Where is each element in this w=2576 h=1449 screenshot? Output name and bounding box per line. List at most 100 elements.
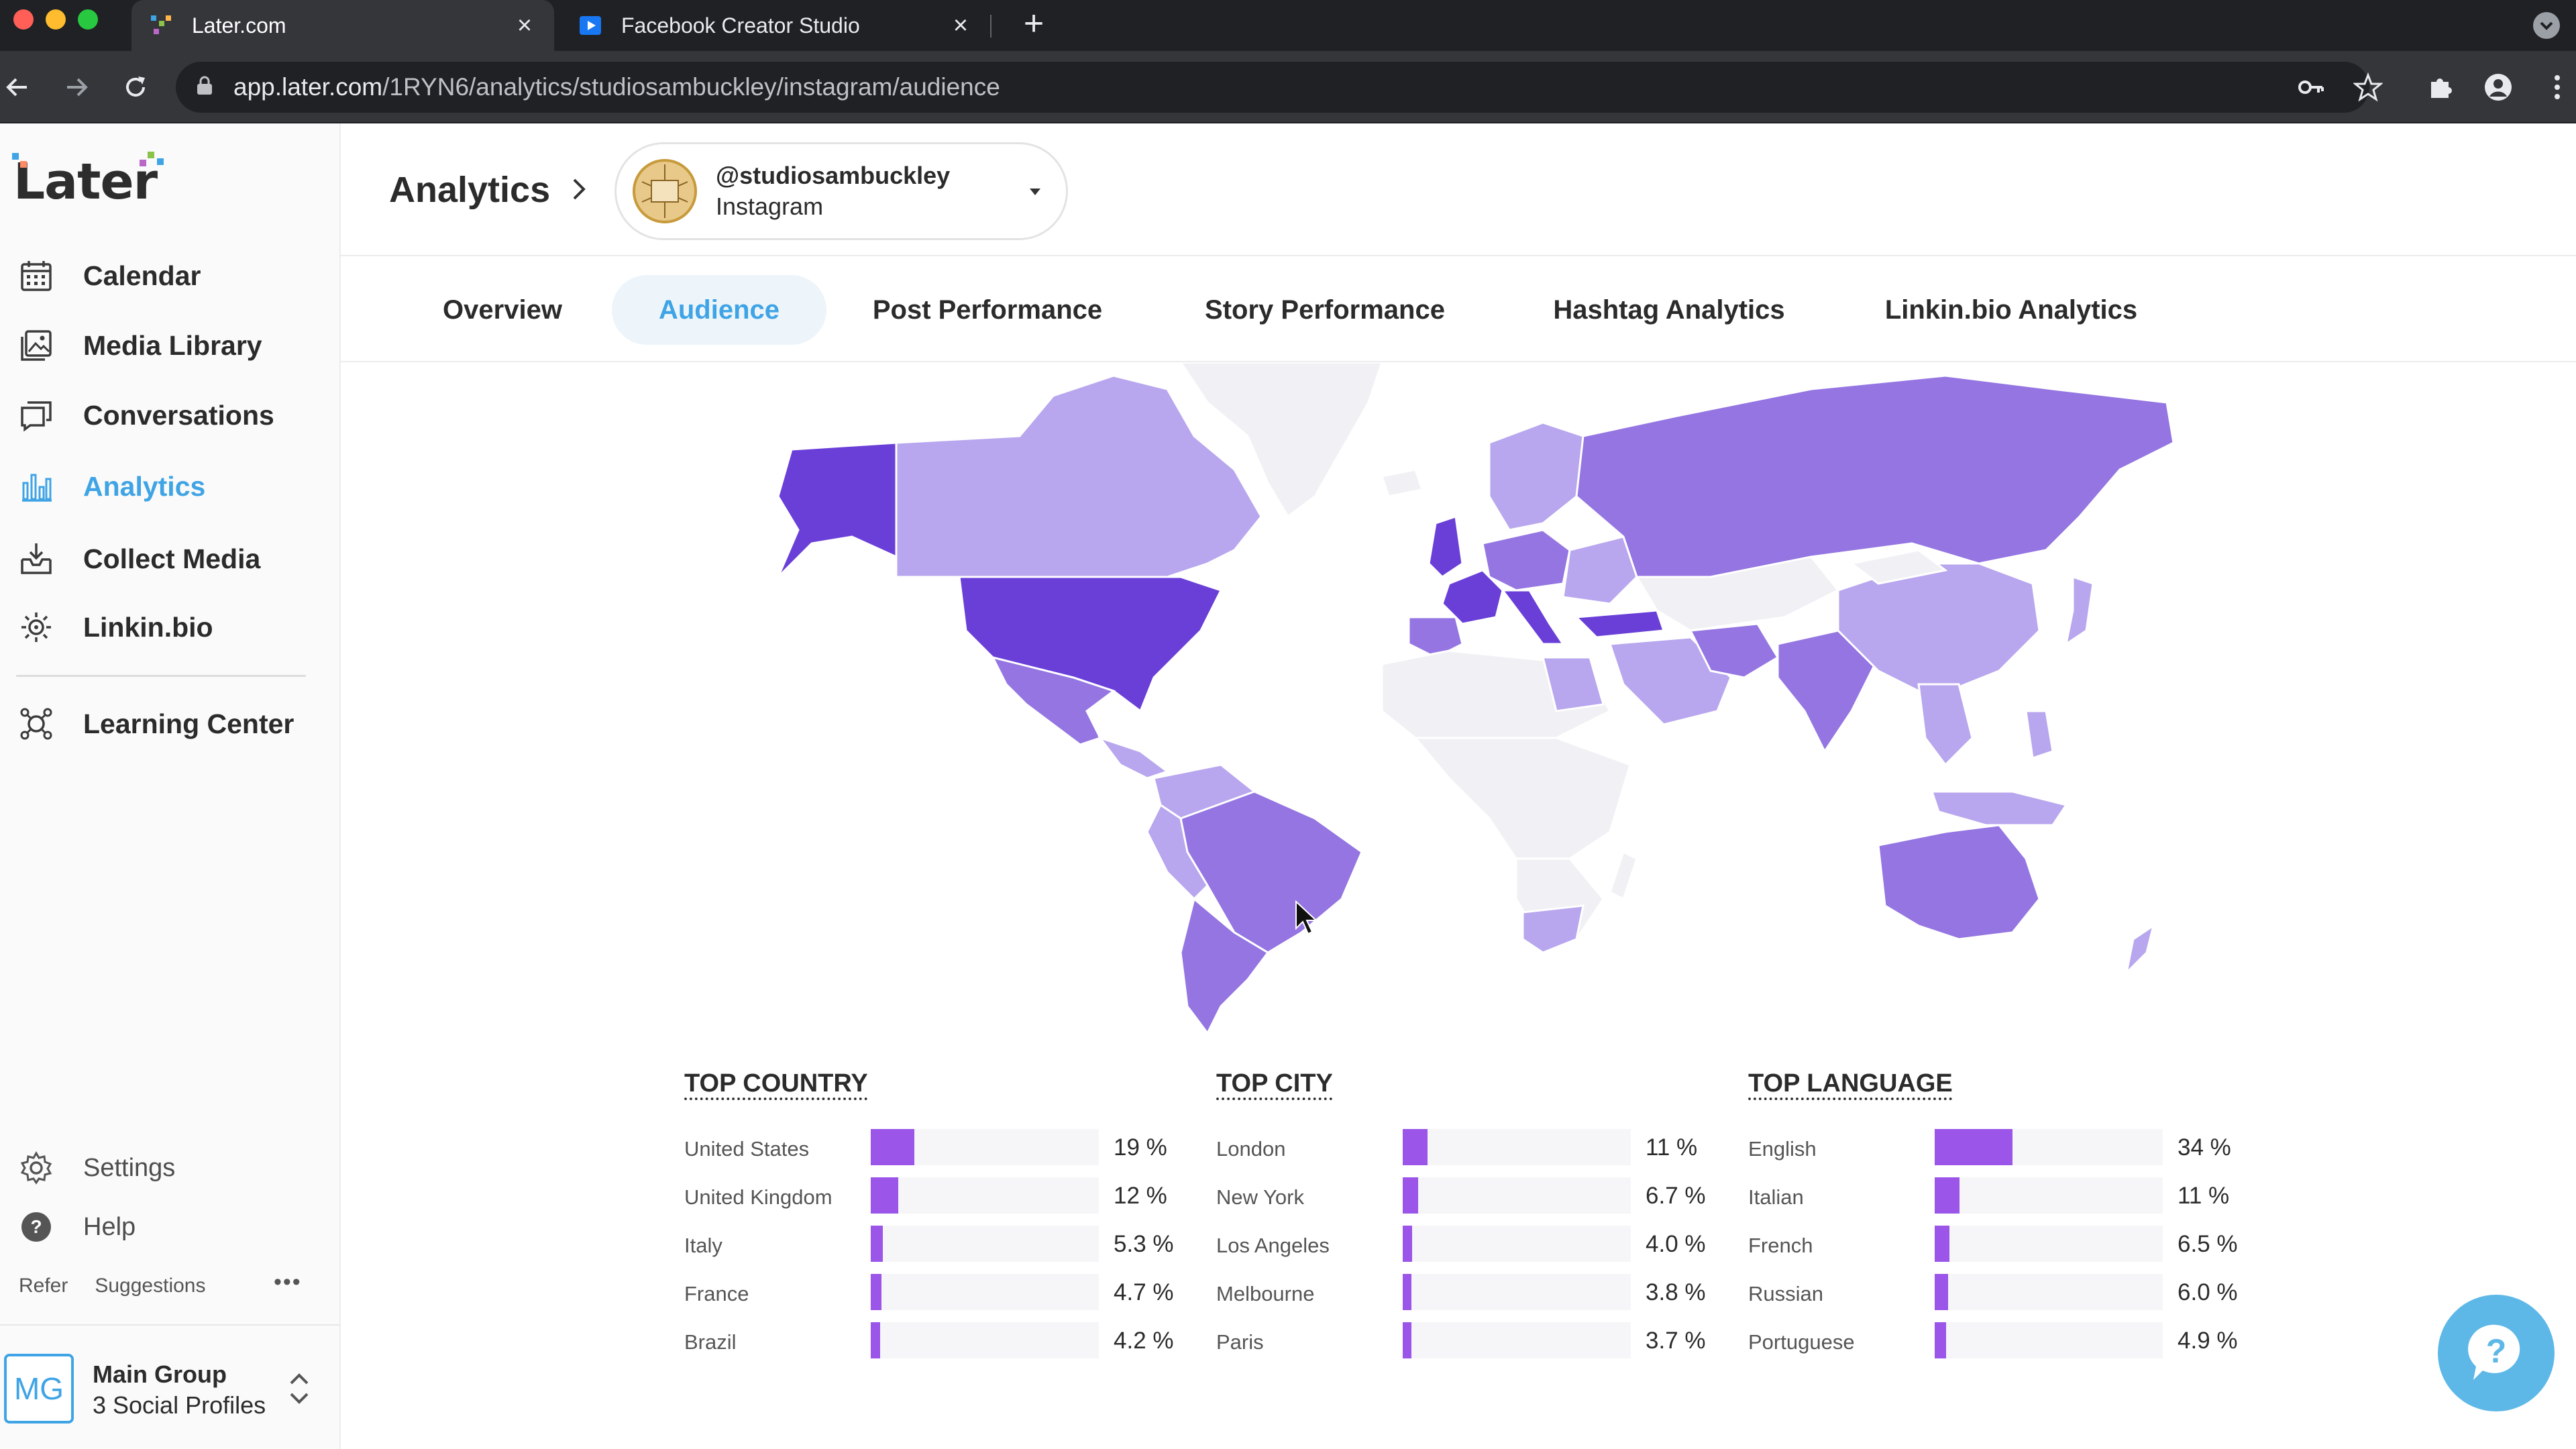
analytics-tabs: Overview Audience Post Performance Story… xyxy=(341,258,2576,362)
reload-button[interactable] xyxy=(118,70,153,105)
help-chat-button[interactable]: ? xyxy=(2438,1295,2555,1411)
sidebar-item-collect-media[interactable]: Collect Media xyxy=(19,535,260,582)
sidebar-item-calendar[interactable]: Calendar xyxy=(19,252,201,299)
language-percent: 11 % xyxy=(2178,1183,2230,1209)
sidebar-item-analytics[interactable]: Analytics xyxy=(19,463,205,510)
refer-link[interactable]: Refer xyxy=(19,1275,68,1297)
close-window-button[interactable] xyxy=(13,9,34,30)
city-name: New York xyxy=(1216,1185,1304,1209)
tab-linkin-bio-analytics[interactable]: Linkin.bio Analytics xyxy=(1870,275,2152,345)
top-country-title: TOP COUNTRY xyxy=(684,1069,868,1097)
image-icon xyxy=(19,328,54,363)
map-region-southeast-asia[interactable] xyxy=(1917,683,1974,767)
country-row: France 4.7 % xyxy=(684,1274,1208,1322)
sidebar-item-settings[interactable]: Settings xyxy=(19,1144,175,1191)
map-region-united-kingdom[interactable] xyxy=(1428,515,1464,578)
city-row: Melbourne 3.8 % xyxy=(1216,1274,1739,1322)
country-name: United States xyxy=(684,1137,810,1161)
tab-overview[interactable]: Overview xyxy=(416,275,589,345)
browser-tab-creator-studio[interactable]: Facebook Creator Studio × xyxy=(561,0,990,51)
sidebar-item-help[interactable]: ? Help xyxy=(19,1203,136,1250)
top-city-rows: London 11 % New York 6.7 % Los Angeles 4.0 % M… xyxy=(1216,1129,1739,1371)
top-city-panel: TOP CITY London 11 % New York 6.7 % Los Ange… xyxy=(1216,1069,1739,1371)
tab-audience[interactable]: Audience xyxy=(612,275,826,345)
map-region-iceland[interactable] xyxy=(1381,468,1424,498)
back-button[interactable] xyxy=(0,70,35,105)
language-bar-track xyxy=(1935,1177,2163,1214)
maximize-window-button[interactable] xyxy=(78,9,98,30)
language-bar-fill xyxy=(1935,1274,1949,1310)
map-region-alaska[interactable] xyxy=(777,441,898,578)
map-region-australia[interactable] xyxy=(1877,824,2041,941)
profile-selector[interactable]: @studiosambuckley Instagram xyxy=(614,142,1068,240)
browser-tab-later[interactable]: Later.com × xyxy=(131,0,554,51)
map-region-italy[interactable] xyxy=(1501,589,1565,645)
close-tab-icon[interactable]: × xyxy=(511,11,538,40)
sidebar-item-conversations[interactable]: Conversations xyxy=(19,392,274,439)
country-name: United Kingdom xyxy=(684,1185,833,1209)
map-region-indonesia[interactable] xyxy=(1930,790,2068,826)
language-row: Russian 6.0 % xyxy=(1748,1274,2271,1322)
top-language-rows: English 34 % Italian 11 % French 6.5 % Russian… xyxy=(1748,1129,2271,1371)
city-percent: 11 % xyxy=(1646,1134,1698,1161)
map-region-philippines[interactable] xyxy=(2025,710,2054,759)
tab-post-performance[interactable]: Post Performance xyxy=(853,275,1122,345)
country-name: France xyxy=(684,1282,749,1305)
profile-avatar xyxy=(633,159,697,223)
language-row: French 6.5 % xyxy=(1748,1226,2271,1274)
star-bookmark-icon[interactable] xyxy=(2351,70,2385,105)
city-bar-track xyxy=(1403,1129,1631,1165)
country-percent: 4.2 % xyxy=(1114,1328,1174,1354)
map-region-new-zealand[interactable] xyxy=(2125,923,2155,976)
sidebar-item-label: Learning Center xyxy=(83,708,294,739)
city-name: Paris xyxy=(1216,1330,1264,1354)
lock-icon xyxy=(196,76,213,99)
account-switcher[interactable]: MG Main Group 3 Social Profiles xyxy=(0,1324,339,1449)
city-bar-track xyxy=(1403,1226,1631,1262)
chrome-menu-icon[interactable] xyxy=(2540,70,2575,105)
minimize-window-button[interactable] xyxy=(46,9,66,30)
close-tab-icon[interactable]: × xyxy=(947,11,974,40)
address-bar[interactable]: app.later.com/1RYN6/analytics/studiosamb… xyxy=(176,62,2369,113)
map-region-russia[interactable] xyxy=(1575,374,2175,578)
map-region-japan[interactable] xyxy=(2064,575,2094,647)
city-bar-track xyxy=(1403,1274,1631,1310)
map-region-canada[interactable] xyxy=(895,374,1263,578)
map-region-scandinavia[interactable] xyxy=(1488,421,1585,531)
breadcrumb[interactable]: Analytics xyxy=(389,169,550,211)
profile-icon[interactable] xyxy=(2481,70,2516,105)
map-region-central-europe[interactable] xyxy=(1481,529,1571,592)
avatar: MG xyxy=(4,1354,74,1424)
country-percent: 12 % xyxy=(1114,1183,1167,1209)
sidebar-item-label: Calendar xyxy=(83,260,201,291)
map-region-central-africa[interactable] xyxy=(1413,737,1631,860)
city-percent: 3.7 % xyxy=(1646,1328,1706,1354)
map-region-madagascar[interactable] xyxy=(1609,850,1638,901)
tab-search-icon[interactable] xyxy=(2533,12,2560,39)
language-percent: 34 % xyxy=(2178,1134,2231,1161)
map-region-south-africa[interactable] xyxy=(1521,904,1585,954)
map-region-turkey[interactable] xyxy=(1574,609,1666,639)
city-row: London 11 % xyxy=(1216,1129,1739,1177)
later-logo[interactable]: Later xyxy=(12,152,164,211)
sidebar-item-linkin-bio[interactable]: Linkin.bio xyxy=(19,604,213,651)
city-bar-fill xyxy=(1403,1322,1411,1358)
city-percent: 3.8 % xyxy=(1646,1279,1706,1305)
sidebar-item-learning-center[interactable]: Learning Center xyxy=(19,700,294,747)
sidebar-item-label: Help xyxy=(83,1212,136,1241)
sidebar-item-media-library[interactable]: Media Library xyxy=(19,322,262,369)
key-icon[interactable] xyxy=(2293,70,2328,105)
tab-hashtag-analytics[interactable]: Hashtag Analytics xyxy=(1535,275,1803,345)
more-options-icon[interactable]: ••• xyxy=(274,1269,302,1295)
sidebar-item-label: Analytics xyxy=(83,470,206,502)
sidebar-item-label: Collect Media xyxy=(83,543,261,574)
country-bar-track xyxy=(871,1226,1099,1262)
extensions-icon[interactable] xyxy=(2423,70,2458,105)
forward-button[interactable] xyxy=(59,70,94,105)
tab-story-performance[interactable]: Story Performance xyxy=(1187,275,1462,345)
sidebar-divider xyxy=(16,675,306,677)
caret-down-icon xyxy=(1027,184,1043,201)
new-tab-button[interactable]: + xyxy=(1017,6,1051,42)
map-region-central-america[interactable] xyxy=(1097,736,1170,780)
suggestions-link[interactable]: Suggestions xyxy=(95,1275,205,1297)
